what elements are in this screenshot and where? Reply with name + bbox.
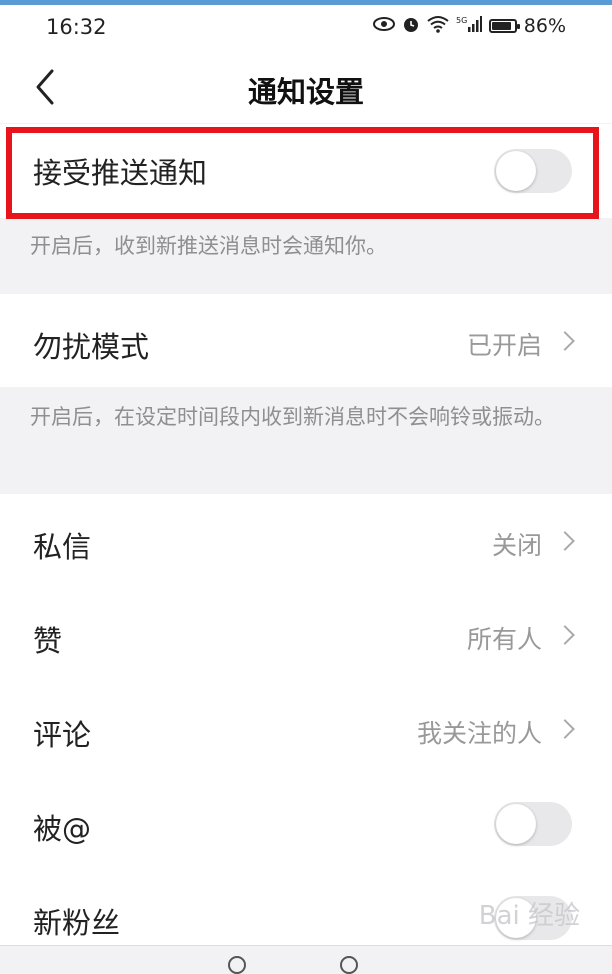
list-item-label: 评论 — [33, 718, 92, 752]
dnd-row[interactable]: 勿扰模式 已开启 — [0, 294, 612, 387]
chevron-right-icon — [555, 625, 575, 645]
wifi-icon — [427, 15, 449, 37]
status-time: 16:32 — [46, 15, 107, 39]
push-notification-hint: 开启后，收到新推送消息时会通知你。 — [30, 234, 387, 258]
dnd-value: 已开启 — [466, 331, 542, 360]
list-item-likes[interactable]: 赞 所有人 — [0, 588, 612, 682]
battery-icon — [488, 19, 520, 33]
bottom-nav-bar — [0, 945, 612, 974]
status-icons: 5G 86% — [372, 15, 566, 37]
nav-bar: 通知设置 — [0, 53, 612, 123]
settings-list: 私信 关闭 赞 所有人 评论 我关注的人 被@ 新粉丝 — [0, 494, 612, 964]
battery-level — [491, 22, 511, 30]
page-title: 通知设置 — [247, 75, 364, 109]
eye-icon — [372, 17, 395, 35]
chevron-right-icon — [555, 719, 575, 739]
highlight-annotation — [6, 127, 599, 219]
dnd-hint: 开启后，在设定时间段内收到新消息时不会响铃或振动。 — [30, 405, 555, 429]
list-item-label: 私信 — [33, 530, 92, 564]
battery-percent: 86% — [523, 15, 566, 37]
toggle-knob — [496, 804, 536, 844]
status-bar: 16:32 5G 86% — [0, 5, 612, 53]
recent-dot-icon[interactable] — [340, 956, 358, 974]
signal-5g-icon: 5G — [456, 15, 482, 37]
list-item-mentions[interactable]: 被@ — [0, 776, 612, 870]
list-item-value: 我关注的人 — [416, 719, 542, 748]
list-item-value: 关闭 — [491, 531, 542, 560]
chevron-right-icon — [555, 331, 575, 351]
list-item-label: 被@ — [33, 812, 92, 846]
list-item-comments[interactable]: 评论 我关注的人 — [0, 682, 612, 776]
dnd-label: 勿扰模式 — [33, 330, 150, 364]
chevron-right-icon — [555, 531, 575, 551]
list-item-label: 新粉丝 — [33, 906, 121, 940]
list-item-label: 赞 — [33, 624, 63, 658]
watermark: Bai 经验 — [478, 901, 580, 931]
list-item-private-message[interactable]: 私信 关闭 — [0, 494, 612, 588]
alarm-icon — [402, 15, 420, 37]
home-dot-icon[interactable] — [228, 956, 246, 974]
svg-text:5G: 5G — [456, 16, 467, 25]
list-item-value: 所有人 — [466, 625, 542, 654]
mentions-toggle[interactable] — [494, 802, 572, 846]
